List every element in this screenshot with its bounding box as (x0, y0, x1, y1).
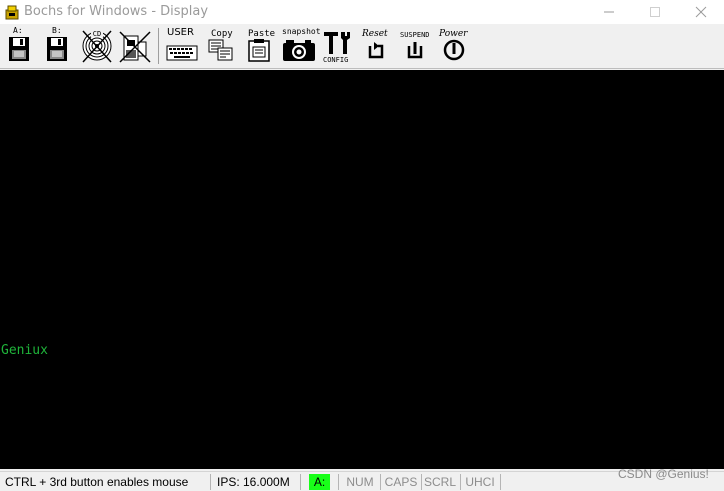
snapshot-label: snapshot (282, 27, 321, 36)
usb-device-button[interactable] (118, 26, 152, 66)
bochs-app-icon (4, 4, 20, 20)
user-label: USER (167, 27, 194, 38)
status-divider (500, 474, 501, 490)
cdrom-label: CD (93, 30, 101, 38)
power-button[interactable]: Power (438, 26, 474, 66)
status-caps-led: CAPS (384, 475, 418, 489)
title-bar[interactable]: Bochs for Windows - Display (0, 0, 724, 24)
toolbar: A: B: CD USER Copy Paste snapshot CONFIG… (0, 24, 724, 69)
floppy-a-button[interactable]: A: (6, 26, 32, 66)
paste-button[interactable]: Paste (244, 26, 276, 66)
snapshot-button[interactable]: snapshot (280, 26, 321, 66)
bochs-window: Bochs for Windows - Display A: B: CD USE… (0, 0, 724, 491)
screen-output-text: Geniux (1, 343, 48, 358)
user-button[interactable]: USER (166, 26, 198, 66)
usb-disabled-icon (119, 31, 151, 63)
cdrom-disabled-icon: CD (82, 29, 112, 63)
csdn-watermark: CSDN @Genius! (618, 467, 709, 481)
status-drive-a-led: A: (309, 474, 330, 490)
status-uhci-led: UHCI (465, 475, 495, 489)
power-label: Power (439, 29, 468, 39)
paste-label: Paste (248, 29, 276, 39)
maximize-icon (650, 7, 660, 17)
status-bar: CTRL + 3rd button enables mouse IPS: 16.… (0, 471, 724, 491)
status-scrl-led: SCRL (423, 475, 456, 489)
floppy-b-button[interactable]: B: (44, 26, 70, 66)
emulator-display[interactable]: Geniux (0, 70, 724, 469)
window-title: Bochs for Windows - Display (24, 4, 209, 19)
status-mouse-hint: CTRL + 3rd button enables mouse (5, 475, 189, 489)
minimize-button[interactable] (586, 0, 632, 24)
status-num-led: NUM (346, 475, 374, 489)
maximize-button[interactable] (632, 0, 678, 24)
status-divider (210, 474, 211, 490)
copy-label: Copy (211, 29, 233, 39)
config-label: CONFIG (323, 56, 349, 64)
config-button[interactable]: CONFIG (322, 26, 356, 66)
suspend-button[interactable]: SUSPEND (398, 26, 438, 66)
floppy-a-label: A: (13, 26, 23, 35)
minimize-icon (604, 11, 614, 13)
reset-label: Reset (362, 29, 388, 39)
suspend-label: SUSPEND (400, 31, 430, 39)
toolbar-separator (158, 28, 159, 64)
status-divider (460, 474, 461, 490)
status-divider (421, 474, 422, 490)
close-icon (695, 6, 707, 18)
status-divider (338, 474, 339, 490)
floppy-b-label: B: (52, 26, 62, 35)
cdrom-button[interactable]: CD (80, 26, 114, 66)
status-divider (300, 474, 301, 490)
close-button[interactable] (678, 0, 724, 24)
reset-button[interactable]: Reset (360, 26, 396, 66)
status-ips: IPS: 16.000M (217, 475, 290, 489)
copy-button[interactable]: Copy (206, 26, 236, 66)
status-divider (380, 474, 381, 490)
